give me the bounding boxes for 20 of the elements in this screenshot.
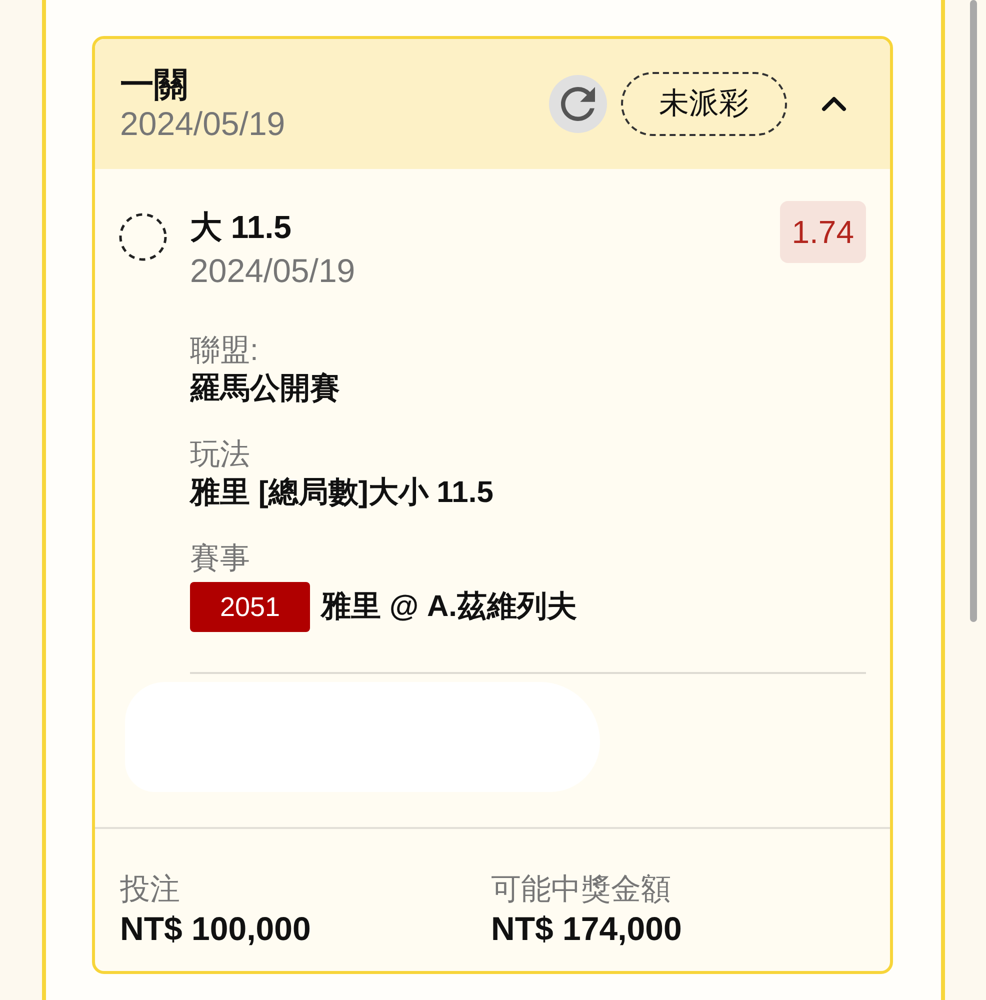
detail-value: 雅里 [總局數]大小 11.5 (190, 475, 494, 511)
selection-name: 大 11.5 (190, 208, 292, 247)
detail-label: 賽事 (190, 541, 251, 577)
detail-value: 羅馬公開賽 (190, 371, 341, 407)
status-pill: 未派彩 (621, 72, 787, 136)
amount-label: 投注 (120, 872, 181, 908)
dashed-circle-icon (119, 213, 167, 261)
amount-label: 可能中獎金額 (491, 872, 672, 908)
detail-label: 玩法 (190, 437, 251, 473)
event-code-badge: 2051 (190, 582, 310, 632)
odds-badge: 1.74 (780, 201, 866, 263)
amount-value: NT$ 100,000 (120, 909, 312, 949)
detail-label: 聯盟: (190, 333, 260, 369)
scrollbar-thumb[interactable] (970, 0, 977, 622)
selection-date: 2024/05/19 (190, 251, 356, 291)
bet-type-title: 一關 (120, 65, 189, 105)
event-matchup: 雅里 @ A.茲維列夫 (321, 589, 578, 625)
refresh-icon (561, 87, 595, 121)
bet-date: 2024/05/19 (120, 105, 286, 143)
amount-value: NT$ 174,000 (491, 909, 683, 949)
